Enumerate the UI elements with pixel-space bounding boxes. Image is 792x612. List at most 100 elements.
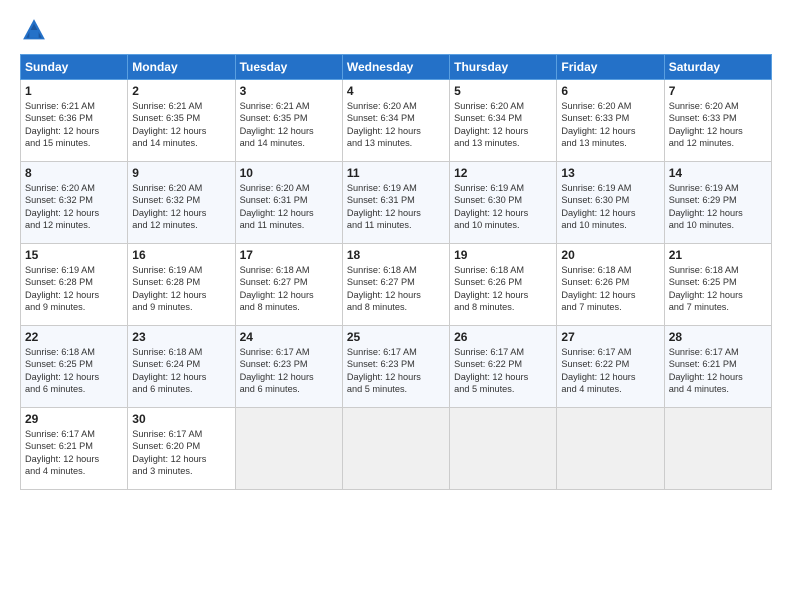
day-info: Sunrise: 6:19 AM Sunset: 6:30 PM Dayligh…	[561, 182, 659, 232]
calendar-cell: 8 Sunrise: 6:20 AM Sunset: 6:32 PM Daylig…	[21, 162, 128, 244]
week-row-1: 1 Sunrise: 6:21 AM Sunset: 6:36 PM Daylig…	[21, 80, 772, 162]
day-number: 7	[669, 84, 767, 98]
calendar-cell: 30 Sunrise: 6:17 AM Sunset: 6:20 PM Dayli…	[128, 408, 235, 490]
day-info: Sunrise: 6:18 AM Sunset: 6:26 PM Dayligh…	[561, 264, 659, 314]
weekday-friday: Friday	[557, 55, 664, 80]
day-info: Sunrise: 6:19 AM Sunset: 6:28 PM Dayligh…	[132, 264, 230, 314]
calendar-cell: 6 Sunrise: 6:20 AM Sunset: 6:33 PM Daylig…	[557, 80, 664, 162]
week-row-4: 22Sunrise: 6:18 AM Sunset: 6:25 PM Dayli…	[21, 326, 772, 408]
weekday-sunday: Sunday	[21, 55, 128, 80]
calendar-cell: 18 Sunrise: 6:18 AM Sunset: 6:27 PM Dayli…	[342, 244, 449, 326]
calendar-cell: 27 Sunrise: 6:17 AM Sunset: 6:22 PM Dayli…	[557, 326, 664, 408]
day-number: 13	[561, 166, 659, 180]
calendar-cell: 25 Sunrise: 6:17 AM Sunset: 6:23 PM Dayli…	[342, 326, 449, 408]
calendar-cell: 3 Sunrise: 6:21 AM Sunset: 6:35 PM Daylig…	[235, 80, 342, 162]
calendar-cell: 16 Sunrise: 6:19 AM Sunset: 6:28 PM Dayli…	[128, 244, 235, 326]
day-number: 25	[347, 330, 445, 344]
day-number: 5	[454, 84, 552, 98]
day-number: 30	[132, 412, 230, 426]
day-info: Sunrise: 6:17 AM Sunset: 6:23 PM Dayligh…	[347, 346, 445, 396]
weekday-monday: Monday	[128, 55, 235, 80]
day-number: 2	[132, 84, 230, 98]
week-row-2: 8 Sunrise: 6:20 AM Sunset: 6:32 PM Daylig…	[21, 162, 772, 244]
calendar-cell: 5 Sunrise: 6:20 AM Sunset: 6:34 PM Daylig…	[450, 80, 557, 162]
calendar-cell: 4Sunrise: 6:20 AM Sunset: 6:34 PM Daylig…	[342, 80, 449, 162]
day-number: 17	[240, 248, 338, 262]
calendar-cell: 19 Sunrise: 6:18 AM Sunset: 6:26 PM Dayli…	[450, 244, 557, 326]
day-number: 20	[561, 248, 659, 262]
logo-icon	[20, 16, 48, 44]
calendar-cell: 29 Sunrise: 6:17 AM Sunset: 6:21 PM Dayli…	[21, 408, 128, 490]
day-number: 29	[25, 412, 123, 426]
calendar-cell	[557, 408, 664, 490]
day-number: 16	[132, 248, 230, 262]
day-number: 22	[25, 330, 123, 344]
weekday-wednesday: Wednesday	[342, 55, 449, 80]
day-info: Sunrise: 6:18 AM Sunset: 6:27 PM Dayligh…	[347, 264, 445, 314]
calendar-table: SundayMondayTuesdayWednesdayThursdayFrid…	[20, 54, 772, 490]
day-info: Sunrise: 6:19 AM Sunset: 6:31 PM Dayligh…	[347, 182, 445, 232]
day-number: 1	[25, 84, 123, 98]
calendar-cell: 28 Sunrise: 6:17 AM Sunset: 6:21 PM Dayli…	[664, 326, 771, 408]
day-number: 23	[132, 330, 230, 344]
day-info: Sunrise: 6:20 AM Sunset: 6:32 PM Dayligh…	[25, 182, 123, 232]
day-number: 8	[25, 166, 123, 180]
day-info: Sunrise: 6:18 AM Sunset: 6:25 PM Dayligh…	[669, 264, 767, 314]
calendar-cell: 24Sunrise: 6:17 AM Sunset: 6:23 PM Dayli…	[235, 326, 342, 408]
day-info: Sunrise: 6:21 AM Sunset: 6:36 PM Dayligh…	[25, 100, 123, 150]
day-number: 6	[561, 84, 659, 98]
calendar-cell	[235, 408, 342, 490]
calendar-cell: 15 Sunrise: 6:19 AM Sunset: 6:28 PM Dayli…	[21, 244, 128, 326]
calendar-cell: 26 Sunrise: 6:17 AM Sunset: 6:22 PM Dayli…	[450, 326, 557, 408]
day-number: 9	[132, 166, 230, 180]
day-info: Sunrise: 6:18 AM Sunset: 6:26 PM Dayligh…	[454, 264, 552, 314]
calendar-cell: 12Sunrise: 6:19 AM Sunset: 6:30 PM Dayli…	[450, 162, 557, 244]
calendar-cell: 14Sunrise: 6:19 AM Sunset: 6:29 PM Dayli…	[664, 162, 771, 244]
day-info: Sunrise: 6:17 AM Sunset: 6:22 PM Dayligh…	[561, 346, 659, 396]
day-info: Sunrise: 6:17 AM Sunset: 6:22 PM Dayligh…	[454, 346, 552, 396]
day-info: Sunrise: 6:20 AM Sunset: 6:34 PM Dayligh…	[454, 100, 552, 150]
day-number: 10	[240, 166, 338, 180]
day-number: 3	[240, 84, 338, 98]
day-info: Sunrise: 6:20 AM Sunset: 6:33 PM Dayligh…	[669, 100, 767, 150]
day-info: Sunrise: 6:19 AM Sunset: 6:30 PM Dayligh…	[454, 182, 552, 232]
day-info: Sunrise: 6:19 AM Sunset: 6:29 PM Dayligh…	[669, 182, 767, 232]
day-number: 27	[561, 330, 659, 344]
day-info: Sunrise: 6:17 AM Sunset: 6:23 PM Dayligh…	[240, 346, 338, 396]
weekday-thursday: Thursday	[450, 55, 557, 80]
calendar-cell: 9 Sunrise: 6:20 AM Sunset: 6:32 PM Daylig…	[128, 162, 235, 244]
calendar-cell: 22Sunrise: 6:18 AM Sunset: 6:25 PM Dayli…	[21, 326, 128, 408]
day-info: Sunrise: 6:20 AM Sunset: 6:32 PM Dayligh…	[132, 182, 230, 232]
day-info: Sunrise: 6:20 AM Sunset: 6:33 PM Dayligh…	[561, 100, 659, 150]
day-number: 21	[669, 248, 767, 262]
calendar-cell: 20 Sunrise: 6:18 AM Sunset: 6:26 PM Dayli…	[557, 244, 664, 326]
day-number: 19	[454, 248, 552, 262]
day-info: Sunrise: 6:19 AM Sunset: 6:28 PM Dayligh…	[25, 264, 123, 314]
calendar-cell	[450, 408, 557, 490]
day-number: 15	[25, 248, 123, 262]
day-info: Sunrise: 6:17 AM Sunset: 6:20 PM Dayligh…	[132, 428, 230, 478]
day-number: 28	[669, 330, 767, 344]
calendar-cell: 21 Sunrise: 6:18 AM Sunset: 6:25 PM Dayli…	[664, 244, 771, 326]
weekday-header-row: SundayMondayTuesdayWednesdayThursdayFrid…	[21, 55, 772, 80]
page: SundayMondayTuesdayWednesdayThursdayFrid…	[0, 0, 792, 500]
day-info: Sunrise: 6:20 AM Sunset: 6:31 PM Dayligh…	[240, 182, 338, 232]
calendar-cell: 23 Sunrise: 6:18 AM Sunset: 6:24 PM Dayli…	[128, 326, 235, 408]
day-info: Sunrise: 6:18 AM Sunset: 6:27 PM Dayligh…	[240, 264, 338, 314]
calendar-cell: 17 Sunrise: 6:18 AM Sunset: 6:27 PM Dayli…	[235, 244, 342, 326]
calendar-cell	[664, 408, 771, 490]
weekday-tuesday: Tuesday	[235, 55, 342, 80]
day-number: 26	[454, 330, 552, 344]
day-number: 18	[347, 248, 445, 262]
day-info: Sunrise: 6:17 AM Sunset: 6:21 PM Dayligh…	[25, 428, 123, 478]
calendar-cell: 2Sunrise: 6:21 AM Sunset: 6:35 PM Daylig…	[128, 80, 235, 162]
calendar-cell: 13 Sunrise: 6:19 AM Sunset: 6:30 PM Dayli…	[557, 162, 664, 244]
weekday-saturday: Saturday	[664, 55, 771, 80]
calendar-cell: 7 Sunrise: 6:20 AM Sunset: 6:33 PM Daylig…	[664, 80, 771, 162]
day-number: 11	[347, 166, 445, 180]
day-number: 4	[347, 84, 445, 98]
day-info: Sunrise: 6:18 AM Sunset: 6:24 PM Dayligh…	[132, 346, 230, 396]
day-info: Sunrise: 6:17 AM Sunset: 6:21 PM Dayligh…	[669, 346, 767, 396]
day-info: Sunrise: 6:21 AM Sunset: 6:35 PM Dayligh…	[240, 100, 338, 150]
header	[20, 16, 772, 44]
